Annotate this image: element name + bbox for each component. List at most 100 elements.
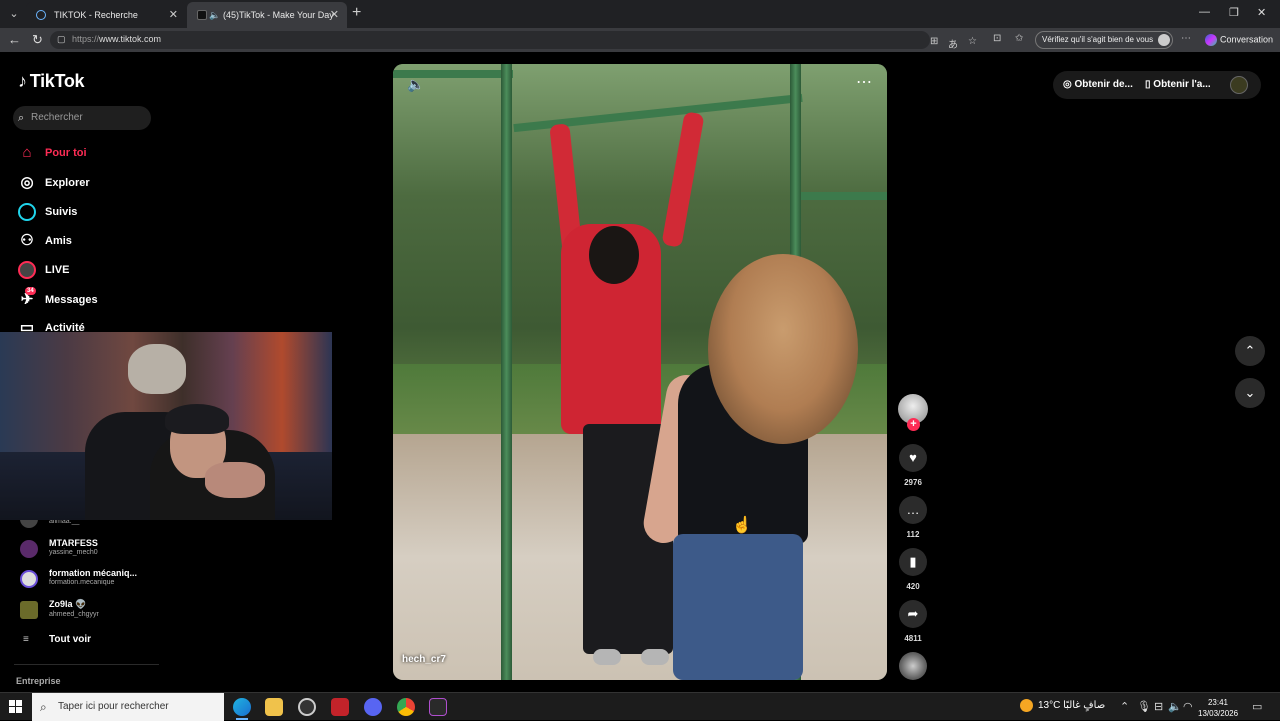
video-player[interactable]: 🔈 ⋯ hech_cr7 xyxy=(393,64,887,680)
edge-browser-icon[interactable] xyxy=(233,698,251,720)
video-author[interactable]: hech_cr7 xyxy=(402,654,446,665)
see-all-label: Tout voir xyxy=(49,634,92,645)
tray-chevron-up-icon[interactable]: ⌃ xyxy=(1120,700,1129,713)
share-arrow-icon[interactable]: ➦ xyxy=(899,600,927,628)
url-text[interactable]: https://www.tiktok.com xyxy=(72,34,161,44)
close-tab-icon[interactable]: ✕ xyxy=(330,2,339,28)
nav-live[interactable]: LIVE xyxy=(18,259,69,281)
more-menu-icon[interactable]: ⋯ xyxy=(1181,33,1191,44)
like-action[interactable]: ♥ 2976 xyxy=(898,444,928,487)
nav-label: Messages xyxy=(45,294,98,306)
account-handle: formation.mecanique xyxy=(49,579,115,586)
nav-for-you[interactable]: ⌂ Pour toi xyxy=(18,142,86,164)
clock-date: 13/03/2026 xyxy=(1198,709,1239,718)
discord-icon[interactable] xyxy=(364,698,382,716)
following-account[interactable]: Zo9la 👽 ahmeed_chgyyr xyxy=(20,599,99,619)
notifications-icon[interactable]: ▭ xyxy=(1252,700,1262,713)
volume-icon[interactable]: 🔈 xyxy=(407,76,424,93)
close-window-icon[interactable]: ✕ xyxy=(1257,6,1266,19)
speaker-tab-icon[interactable]: 🔈 xyxy=(209,2,220,28)
chrome-icon[interactable] xyxy=(397,698,415,716)
taskbar-search-input[interactable]: ⌕ Taper ici pour rechercher xyxy=(32,693,224,721)
new-tab-plus-icon[interactable]: + xyxy=(352,4,361,22)
webcam-overlay xyxy=(0,332,332,520)
favorite-star-icon[interactable]: ☆ xyxy=(968,36,977,47)
following-account[interactable]: MTARFESS yassine_mech0 xyxy=(20,538,98,558)
tiktok-logo[interactable]: ♪ TikTok xyxy=(18,71,85,92)
system-clock[interactable]: 23:41 13/03/2026 xyxy=(1198,697,1238,719)
copilot-icon xyxy=(1205,34,1217,46)
copilot-conversation-button[interactable]: Conversation xyxy=(1205,34,1273,46)
coin-icon: ◎ xyxy=(1063,79,1072,90)
tab-tiktok-search[interactable]: TIKTOK - Recherche ✕ xyxy=(26,2,186,28)
app-icon[interactable] xyxy=(429,698,447,716)
list-icon: ≡ xyxy=(23,634,29,645)
profile-avatar[interactable] xyxy=(1230,76,1248,94)
phone-icon: ▯ xyxy=(1145,79,1151,90)
nav-messages[interactable]: ✈ 34 Messages xyxy=(18,287,98,311)
nav-label: Suivis xyxy=(45,206,78,218)
get-coins-label: Obtenir de... xyxy=(1074,79,1133,90)
extensions-icon[interactable]: ⊡ xyxy=(993,33,1001,44)
account-name: MTARFESS xyxy=(49,538,98,548)
translate-icon[interactable]: あ xyxy=(948,36,958,51)
account-name: formation mécaniq... xyxy=(49,568,138,578)
more-options-icon[interactable]: ⋯ xyxy=(856,72,873,92)
restore-icon[interactable]: ❐ xyxy=(1229,6,1239,19)
favorites-icon[interactable]: ✩ xyxy=(1015,33,1023,44)
nav-following[interactable]: Suivis xyxy=(18,201,77,223)
bookmark-icon[interactable]: ▮ xyxy=(899,548,927,576)
weather-widget[interactable]: 13°C صافٍ غالبًا xyxy=(1020,699,1105,712)
previous-video-chevron-up-icon[interactable]: ⌃ xyxy=(1235,336,1265,366)
minimize-icon[interactable]: — xyxy=(1199,6,1210,18)
next-video-chevron-down-icon[interactable]: ⌄ xyxy=(1235,378,1265,408)
follow-plus-icon[interactable]: + xyxy=(907,418,920,431)
man-shoe xyxy=(641,649,669,665)
windows-taskbar: ⌕ Taper ici pour rechercher 13°C صافٍ غا… xyxy=(0,692,1280,721)
search-input[interactable]: ⌕ Rechercher xyxy=(13,106,151,130)
file-explorer-icon[interactable] xyxy=(265,698,283,716)
comment-icon[interactable]: … xyxy=(899,496,927,524)
save-action[interactable]: ▮ 420 xyxy=(898,548,928,591)
account-handle: yassine_mech0 xyxy=(49,549,98,556)
nav-explore[interactable]: ◎ Explorer xyxy=(18,172,90,194)
back-arrow-icon[interactable]: ← xyxy=(8,32,21,48)
url-bar[interactable]: ▢ https://www.tiktok.com ⊞ あ ☆ xyxy=(50,31,977,51)
heart-icon[interactable]: ♥ xyxy=(899,444,927,472)
entreprise-heading: Entreprise xyxy=(16,676,61,686)
following-account[interactable]: formation mécaniq... formation.mecanique xyxy=(20,568,138,588)
search-favicon-icon xyxy=(36,10,46,20)
conversation-label: Conversation xyxy=(1220,34,1274,45)
nav-label: Explorer xyxy=(45,177,90,189)
tab-actions-chevron-icon[interactable]: ⌄ xyxy=(4,4,24,24)
streamer-hair xyxy=(165,404,229,434)
get-coins-button[interactable]: ◎ Obtenir de... xyxy=(1063,79,1133,90)
get-app-button[interactable]: ▯ Obtenir l'a... xyxy=(1145,79,1211,90)
comment-action[interactable]: … 112 xyxy=(898,496,928,539)
account-handle: ahmeed_chgyyr xyxy=(49,611,99,618)
network-icon[interactable]: ⊟ xyxy=(1154,700,1163,713)
compass-icon: ◎ xyxy=(20,174,34,191)
refresh-icon[interactable]: ↻ xyxy=(32,32,43,48)
music-disc-icon[interactable] xyxy=(899,652,927,680)
see-all-link[interactable]: ≡ Tout voir xyxy=(23,634,91,645)
taskbar-search-placeholder: Taper ici pour rechercher xyxy=(58,701,169,712)
nav-friends[interactable]: ⚇ Amis xyxy=(18,230,72,252)
app-icon[interactable]: ⊞ xyxy=(930,36,938,47)
tab-tiktok-main[interactable]: 🔈 (45)TikTok - Make Your Day ✕ xyxy=(187,2,347,28)
speaker-icon[interactable]: 🔈 xyxy=(1168,700,1182,713)
woman-hair xyxy=(708,254,858,444)
wifi-icon[interactable]: ◠ xyxy=(1183,700,1193,713)
microphone-icon[interactable]: 🎙 xyxy=(1137,700,1151,713)
verify-identity-button[interactable]: Vérifiez qu'il s'agit bien de vous xyxy=(1035,31,1173,49)
nav-label: LIVE xyxy=(45,264,70,276)
hand-cursor-icon: ☝ xyxy=(732,517,752,534)
close-tab-icon[interactable]: ✕ xyxy=(169,2,178,28)
obs-icon[interactable] xyxy=(298,698,316,716)
comment-count: 112 xyxy=(906,530,920,539)
man-head xyxy=(589,226,639,284)
browser-tab-bar: ⌄ TIKTOK - Recherche ✕ 🔈 (45)TikTok - Ma… xyxy=(0,0,1280,28)
windows-start-icon[interactable] xyxy=(9,700,23,714)
share-action[interactable]: ➦ 4811 xyxy=(898,600,928,643)
autocad-icon[interactable] xyxy=(331,698,349,716)
